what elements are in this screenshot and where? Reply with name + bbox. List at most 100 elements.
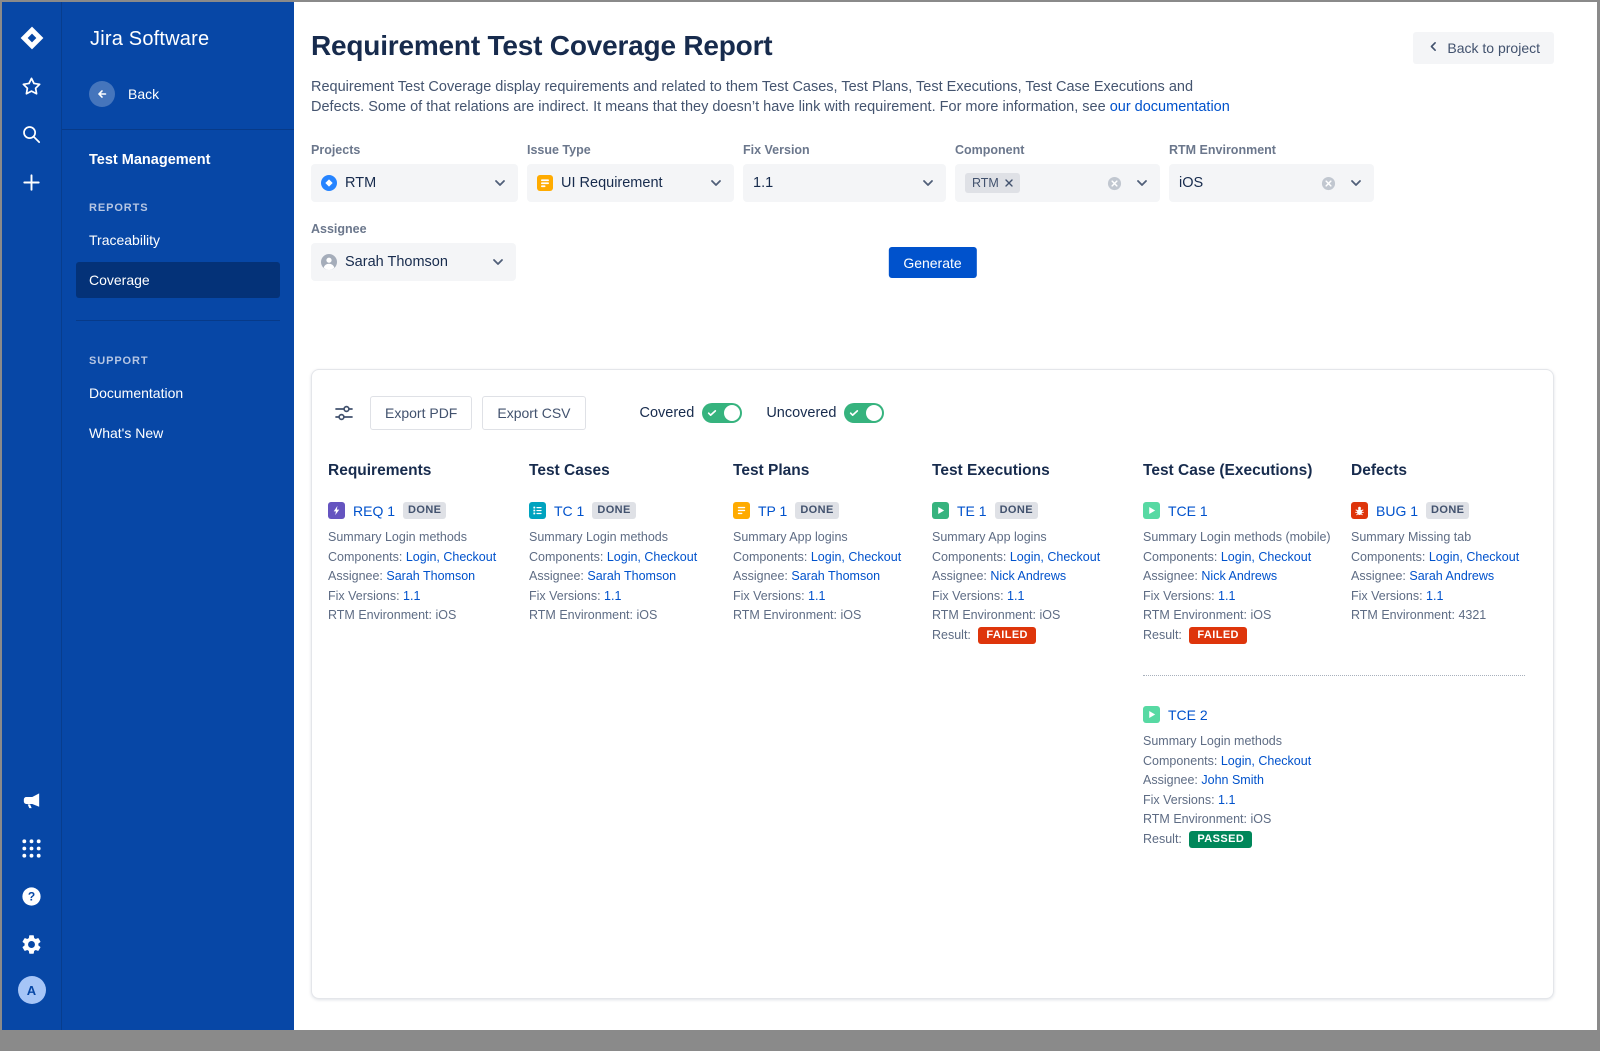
search-icon[interactable] (16, 118, 48, 150)
field-value: Login methods (mobile) (1200, 530, 1331, 544)
product-name: Jira Software (62, 2, 294, 51)
field-value: Login methods (1200, 734, 1282, 748)
sidebar-item-whats-new[interactable]: What's New (76, 415, 280, 451)
sidebar-item-documentation[interactable]: Documentation (76, 375, 280, 411)
component-select[interactable]: RTM (955, 164, 1160, 202)
assignee-link[interactable]: Sarah Thomson (587, 569, 676, 583)
test-plan-icon (733, 502, 750, 519)
issue-type-select[interactable]: UI Requirement (527, 164, 734, 202)
help-icon[interactable]: ? (16, 880, 48, 912)
assignee-avatar-icon (321, 254, 337, 270)
rtm-environment-select[interactable]: iOS (1169, 164, 1374, 202)
field-label: Fix Versions: (1351, 589, 1423, 603)
settings-gear-icon[interactable] (16, 928, 48, 960)
assignee-link[interactable]: Nick Andrews (990, 569, 1066, 583)
components-link[interactable]: Login, Checkout (1429, 550, 1519, 564)
issue-key-link[interactable]: TP 1 (758, 503, 787, 519)
window-frame: ? A Jira Software Back Test Management R… (0, 0, 1600, 1051)
components-field: Components: Login, Checkout (529, 548, 721, 568)
sidebar-item-traceability[interactable]: Traceability (76, 222, 280, 258)
column-header-test-cases: Test Cases (529, 462, 733, 480)
field-label: Fix Versions: (1143, 589, 1215, 603)
field-label: RTM Environment: (1351, 608, 1455, 622)
fix-version-link[interactable]: 1.1 (1007, 589, 1024, 603)
assignee-link[interactable]: Sarah Thomson (386, 569, 475, 583)
jira-logo-icon[interactable] (16, 22, 48, 54)
field-label: Assignee: (1351, 569, 1406, 583)
uncovered-toggle[interactable] (844, 403, 884, 423)
assignee-select[interactable]: Sarah Thomson (311, 243, 516, 281)
issue-key-link[interactable]: BUG 1 (1376, 503, 1418, 519)
filter-settings-icon[interactable] (328, 397, 360, 429)
assignee-field: Assignee: Sarah Thomson (328, 567, 517, 587)
summary-field: Summary App logins (733, 528, 920, 548)
generate-button[interactable]: Generate (888, 247, 976, 278)
announcements-icon[interactable] (16, 784, 48, 816)
result-badge: FAILED (1189, 627, 1247, 644)
chevron-down-icon (920, 175, 936, 191)
projects-filter: Projects RTM (311, 143, 518, 202)
sidebar: Jira Software Back Test Management REPOR… (62, 2, 294, 1030)
field-label: Components: (1143, 754, 1217, 768)
component-tag-label: RTM (972, 176, 999, 190)
issue-key-link[interactable]: TCE 1 (1168, 503, 1208, 519)
fix-versions-field: Fix Versions: 1.1 (1143, 791, 1339, 811)
create-plus-icon[interactable] (16, 166, 48, 198)
star-favorites-icon[interactable] (16, 70, 48, 102)
status-badge: DONE (1426, 502, 1469, 519)
field-value: iOS (435, 608, 456, 622)
assignee-link[interactable]: Nick Andrews (1201, 569, 1277, 583)
issue-key-link[interactable]: REQ 1 (353, 503, 395, 519)
fix-version-link[interactable]: 1.1 (1218, 793, 1235, 807)
field-label: RTM Environment: (733, 608, 837, 622)
sidebar-back-button[interactable]: Back (62, 51, 294, 130)
chevron-down-icon (708, 175, 724, 191)
components-link[interactable]: Login, Checkout (1221, 550, 1311, 564)
field-label: Result: (932, 628, 971, 642)
documentation-link[interactable]: our documentation (1110, 99, 1230, 115)
assignee-link[interactable]: Sarah Andrews (1409, 569, 1494, 583)
clear-select-icon[interactable] (1107, 176, 1122, 191)
components-link[interactable]: Login, Checkout (607, 550, 697, 564)
export-csv-button[interactable]: Export CSV (482, 396, 585, 430)
clear-select-icon[interactable] (1321, 176, 1336, 191)
test-case-card: TC 1 DONE Summary Login methods Componen… (529, 502, 733, 645)
test-execution-card: TE 1 DONE Summary App logins Components:… (932, 502, 1143, 645)
fix-version-link[interactable]: 1.1 (403, 589, 420, 603)
back-to-project-button[interactable]: Back to project (1413, 32, 1554, 64)
summary-field: Summary Missing tab (1351, 528, 1525, 548)
issue-type-value: UI Requirement (561, 175, 663, 191)
fix-version-link[interactable]: 1.1 (604, 589, 621, 603)
issue-key-link[interactable]: TCE 2 (1168, 707, 1208, 723)
app-switcher-icon[interactable] (16, 832, 48, 864)
fix-versions-field: Fix Versions: 1.1 (733, 587, 920, 607)
export-pdf-button[interactable]: Export PDF (370, 396, 472, 430)
issue-key-link[interactable]: TE 1 (957, 503, 987, 519)
fix-version-select[interactable]: 1.1 (743, 164, 946, 202)
components-link[interactable]: Login, Checkout (1221, 754, 1311, 768)
rtm-environment-label: RTM Environment (1169, 143, 1374, 157)
projects-select[interactable]: RTM (311, 164, 518, 202)
assignee-link[interactable]: John Smith (1201, 773, 1264, 787)
rtm-environment-field: RTM Environment: iOS (1143, 606, 1339, 626)
sidebar-item-coverage[interactable]: Coverage (76, 262, 280, 298)
fix-version-link[interactable]: 1.1 (808, 589, 825, 603)
requirement-card: REQ 1 DONE Summary Login methods Compone… (328, 502, 529, 645)
field-value: iOS (840, 608, 861, 622)
components-link[interactable]: Login, Checkout (811, 550, 901, 564)
assignee-link[interactable]: Sarah Thomson (791, 569, 880, 583)
result-badge: FAILED (978, 627, 1036, 644)
summary-field: Summary Login methods (mobile) (1143, 528, 1339, 548)
fix-version-link[interactable]: 1.1 (1426, 589, 1443, 603)
components-link[interactable]: Login, Checkout (406, 550, 496, 564)
fix-version-link[interactable]: 1.1 (1218, 589, 1235, 603)
issue-type-filter: Issue Type UI Requirement (527, 143, 734, 202)
user-avatar[interactable]: A (18, 976, 46, 1004)
covered-toggle[interactable] (702, 403, 742, 423)
issue-key-link[interactable]: TC 1 (554, 503, 584, 519)
back-label: Back (128, 86, 159, 102)
component-tag[interactable]: RTM (965, 173, 1020, 193)
page-description: Requirement Test Coverage display requir… (311, 78, 1241, 117)
components-link[interactable]: Login, Checkout (1010, 550, 1100, 564)
field-value: App logins (988, 530, 1046, 544)
